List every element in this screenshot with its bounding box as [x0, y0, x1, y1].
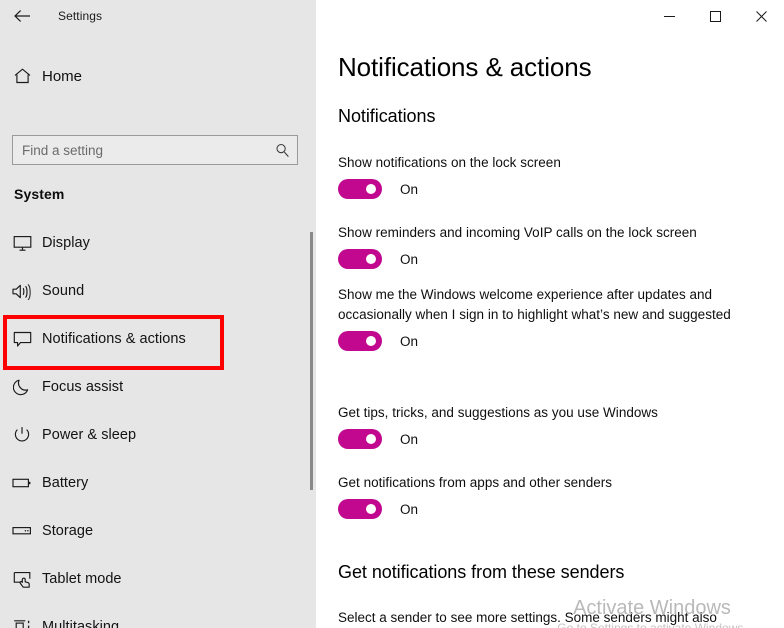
toggle-state-label: On: [400, 251, 419, 267]
sidebar-item-label: Sound: [42, 283, 85, 299]
sidebar-group-title: System: [14, 186, 65, 202]
search-icon: [267, 143, 297, 158]
sidebar-nav-list: Display Sound Notifications & actions Focus…: [0, 219, 300, 628]
maximize-icon: [709, 10, 721, 22]
setting-row: Get tips, tricks, and suggestions as you…: [338, 403, 658, 449]
search-box[interactable]: [12, 135, 298, 165]
sidebar-home-label: Home: [42, 67, 83, 85]
setting-label: Show reminders and incoming VoIP calls o…: [338, 225, 697, 240]
tablet-icon: [0, 571, 44, 588]
sidebar-item-power-sleep[interactable]: Power & sleep: [0, 411, 300, 459]
toggle-knob: [366, 336, 376, 346]
battery-icon: [0, 477, 44, 489]
settings-window: Settings Home Find a setting System Disp…: [0, 0, 784, 628]
sidebar: Home System Display Sound Notifications & …: [0, 32, 316, 628]
section-heading-senders: Get notifications from these senders: [338, 562, 625, 582]
toggle-state-label: On: [400, 501, 419, 517]
toggle-row: On: [338, 179, 561, 199]
section-heading-notifications: Notifications: [338, 106, 436, 126]
toggle-knob: [366, 254, 376, 264]
toggle-state-label: On: [400, 333, 419, 349]
toggle-state-label: On: [400, 431, 419, 447]
sidebar-item-label: Display: [42, 235, 90, 251]
toggle-row: On: [338, 499, 612, 519]
toggle-state-label: On: [400, 181, 419, 197]
toggle-switch[interactable]: [338, 249, 382, 269]
title-bar-left: Settings: [0, 0, 316, 32]
sidebar-item-label: Storage: [42, 523, 94, 539]
moon-icon: [0, 378, 44, 396]
main-content: Notifications & actions Notifications Sh…: [316, 32, 784, 628]
sidebar-item-focus-assist[interactable]: Focus assist: [0, 363, 300, 411]
setting-row: Show me the Windows welcome experience a…: [338, 285, 750, 351]
minimize-icon: [663, 11, 675, 22]
storage-icon: [0, 526, 44, 536]
setting-label: Get tips, tricks, and suggestions as you…: [338, 405, 658, 420]
sidebar-item-label: Multitasking: [42, 619, 120, 628]
sidebar-scrollbar[interactable]: [309, 200, 314, 628]
minimize-button[interactable]: [646, 0, 692, 32]
toggle-switch[interactable]: [338, 429, 382, 449]
search-input[interactable]: [13, 136, 267, 164]
close-button[interactable]: [738, 0, 784, 32]
window-controls: [646, 0, 784, 32]
sidebar-item-label: Power & sleep: [42, 427, 137, 443]
page-title: Notifications & actions: [338, 52, 592, 82]
speech-bubble-icon: [0, 331, 44, 348]
back-button[interactable]: [0, 0, 45, 32]
toggle-row: On: [338, 249, 697, 269]
sidebar-item-sound[interactable]: Sound: [0, 267, 300, 315]
senders-note: Select a sender to see more settings. So…: [338, 610, 717, 625]
window-title: Settings: [58, 9, 103, 23]
setting-label: Get notifications from apps and other se…: [338, 475, 613, 490]
sidebar-item-label: Notifications & actions: [42, 331, 186, 347]
sidebar-item-tablet-mode[interactable]: Tablet mode: [0, 555, 300, 603]
close-icon: [755, 10, 767, 22]
sidebar-scrollbar-thumb[interactable]: [310, 232, 313, 490]
monitor-icon: [0, 235, 44, 252]
home-icon: [0, 67, 44, 85]
speaker-icon: [0, 283, 44, 300]
sidebar-item-display[interactable]: Display: [0, 219, 300, 267]
setting-label: Show notifications on the lock screen: [338, 155, 561, 170]
power-icon: [0, 426, 44, 444]
toggle-knob: [366, 504, 376, 514]
back-arrow-icon: [14, 9, 31, 23]
toggle-row: On: [338, 429, 658, 449]
setting-row: Show notifications on the lock screen On: [338, 153, 561, 199]
title-bar: Settings: [0, 0, 784, 32]
setting-row: Show reminders and incoming VoIP calls o…: [338, 223, 697, 269]
sidebar-item-home[interactable]: Home: [0, 57, 300, 95]
sidebar-item-label: Battery: [42, 475, 89, 491]
setting-label: Show me the Windows welcome experience a…: [338, 287, 731, 322]
sidebar-item-storage[interactable]: Storage: [0, 507, 300, 555]
maximize-button[interactable]: [692, 0, 738, 32]
toggle-switch[interactable]: [338, 179, 382, 199]
toggle-switch[interactable]: [338, 331, 382, 351]
multitasking-icon: [0, 619, 44, 628]
toggle-row: On: [338, 331, 750, 351]
setting-row: Get notifications from apps and other se…: [338, 473, 612, 519]
sidebar-item-label: Tablet mode: [42, 571, 122, 587]
sidebar-item-battery[interactable]: Battery: [0, 459, 300, 507]
toggle-switch[interactable]: [338, 499, 382, 519]
sidebar-item-label: Focus assist: [42, 379, 124, 395]
toggle-knob: [366, 184, 376, 194]
sidebar-item-multitasking[interactable]: Multitasking: [0, 603, 300, 628]
sidebar-item-notifications-actions[interactable]: Notifications & actions: [0, 315, 300, 370]
toggle-knob: [366, 434, 376, 444]
